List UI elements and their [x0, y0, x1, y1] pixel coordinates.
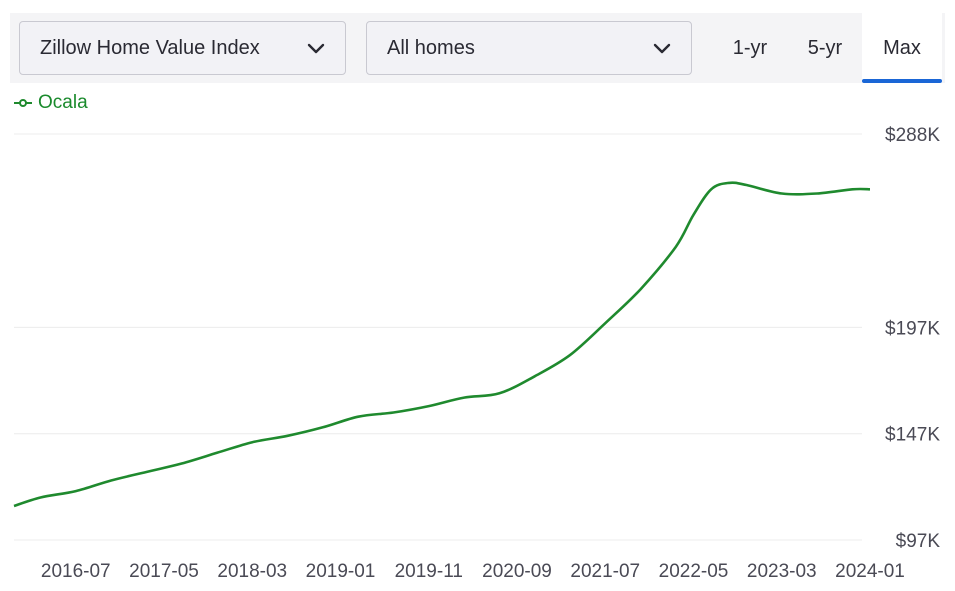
x-tick-label: 2017-05 — [129, 561, 199, 582]
y-tick-label: $147K — [885, 425, 940, 446]
x-tick-label: 2019-11 — [395, 561, 463, 582]
x-tick-label: 2024-01 — [835, 561, 905, 582]
chart-legend[interactable]: Ocala — [14, 92, 88, 114]
x-tick-label: 2021-07 — [570, 561, 640, 582]
y-tick-label: $97K — [896, 531, 941, 552]
y-axis-ticks: $288K $197K $147K $97K — [885, 125, 940, 552]
line-chart: $288K $197K $147K $97K 2016-07 2017-05 2018-0… — [13, 125, 940, 582]
x-tick-label: 2019-01 — [306, 561, 376, 582]
chart-series — [13, 181, 871, 508]
y-tick-label: $197K — [885, 318, 940, 339]
x-tick-label: 2018-03 — [217, 561, 287, 582]
x-tick-label: 2022-05 — [659, 561, 729, 582]
series-line-ocala[interactable] — [13, 181, 871, 508]
x-axis-ticks: 2016-07 2017-05 2018-03 2019-01 2019-11 2020-… — [41, 561, 905, 582]
x-tick-label: 2016-07 — [41, 561, 111, 582]
y-tick-label: $288K — [885, 125, 940, 146]
line-marker-icon — [14, 99, 32, 107]
x-tick-label: 2023-03 — [747, 561, 817, 582]
chart-gridlines — [14, 133, 862, 541]
legend-series-name: Ocala — [38, 92, 88, 113]
x-tick-label: 2020-09 — [482, 561, 552, 582]
